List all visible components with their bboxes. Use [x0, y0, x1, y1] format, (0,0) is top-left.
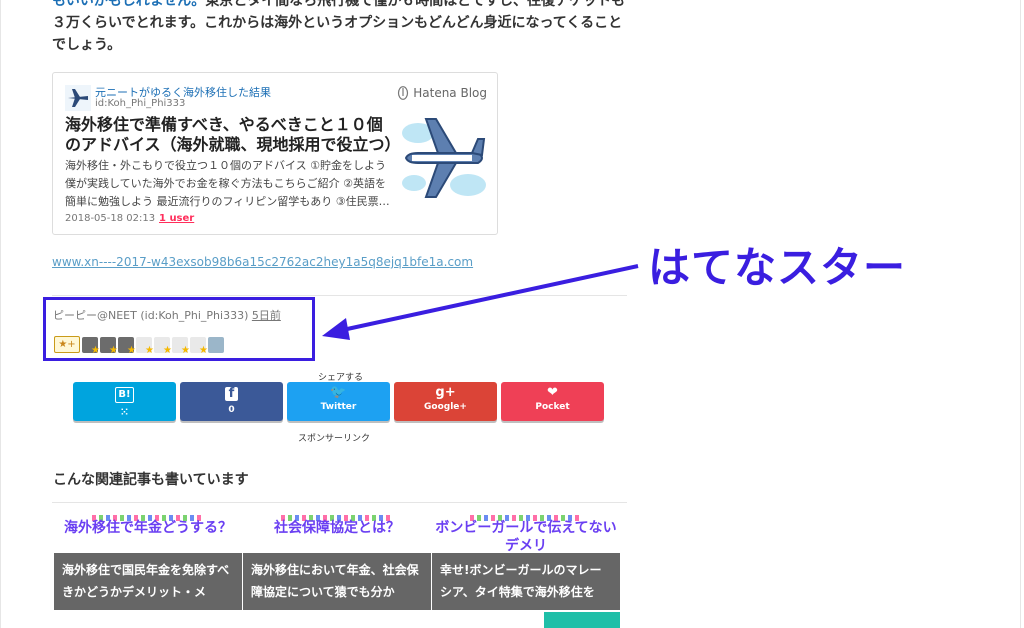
related-thumb-title: ボンビーガールで伝えてないデメリ [435, 520, 617, 554]
related-article-title[interactable]: 海外移住において年金、社会保障協定について猿でも分か [243, 553, 431, 610]
hatena-bookmark-icon: B! [115, 387, 134, 403]
related-thumb-title: 海外移住で年金どうする？ [64, 520, 232, 536]
related-article-card[interactable]: ボンビーガールで伝えてないデメリ 幸せ!ボンビーガールのマレーシア、タイ特集で海… [432, 513, 620, 610]
related-article-title[interactable]: 幸せ!ボンビーガールのマレーシア、タイ特集で海外移住を [432, 553, 620, 610]
google-plus-icon: g+ [435, 385, 456, 400]
partial-thumbnail [544, 612, 620, 628]
twitter-bird-icon: 🐦 [330, 385, 347, 400]
facebook-icon: f [225, 387, 238, 401]
annotation-callout: はてなスター [648, 243, 907, 292]
facebook-share-count: 0 [228, 405, 235, 415]
related-articles-heading: こんな関連記事も書いています [53, 472, 249, 488]
hatena-bookmark-share-button[interactable]: B! ⁙ [73, 382, 176, 421]
pocket-share-button[interactable]: ❤ Pocket [501, 382, 604, 421]
pocket-icon: ❤ [547, 385, 558, 400]
twitter-share-label: Twitter [320, 402, 357, 412]
facebook-share-button[interactable]: f 0 [180, 382, 283, 421]
google-plus-share-button[interactable]: g+ Google+ [394, 382, 497, 421]
related-article-title[interactable]: 海外移住で国民年金を免除すべきかどうかデメリット・メ [54, 553, 242, 610]
related-thumb-title: 社会保障協定とは？ [274, 520, 400, 536]
loading-spinner-icon: ⁙ [120, 407, 129, 418]
divider [52, 502, 627, 503]
google-plus-share-label: Google+ [424, 402, 467, 412]
related-article-card[interactable]: 海外移住で年金どうする？ 海外移住で国民年金を免除すべきかどうかデメリット・メ [54, 513, 242, 610]
pocket-share-label: Pocket [535, 402, 570, 412]
twitter-share-button[interactable]: 🐦 Twitter [287, 382, 390, 421]
sponsor-label: スポンサーリンク [298, 434, 371, 444]
related-article-card[interactable]: 社会保障協定とは？ 海外移住において年金、社会保障協定について猿でも分か [243, 513, 431, 610]
